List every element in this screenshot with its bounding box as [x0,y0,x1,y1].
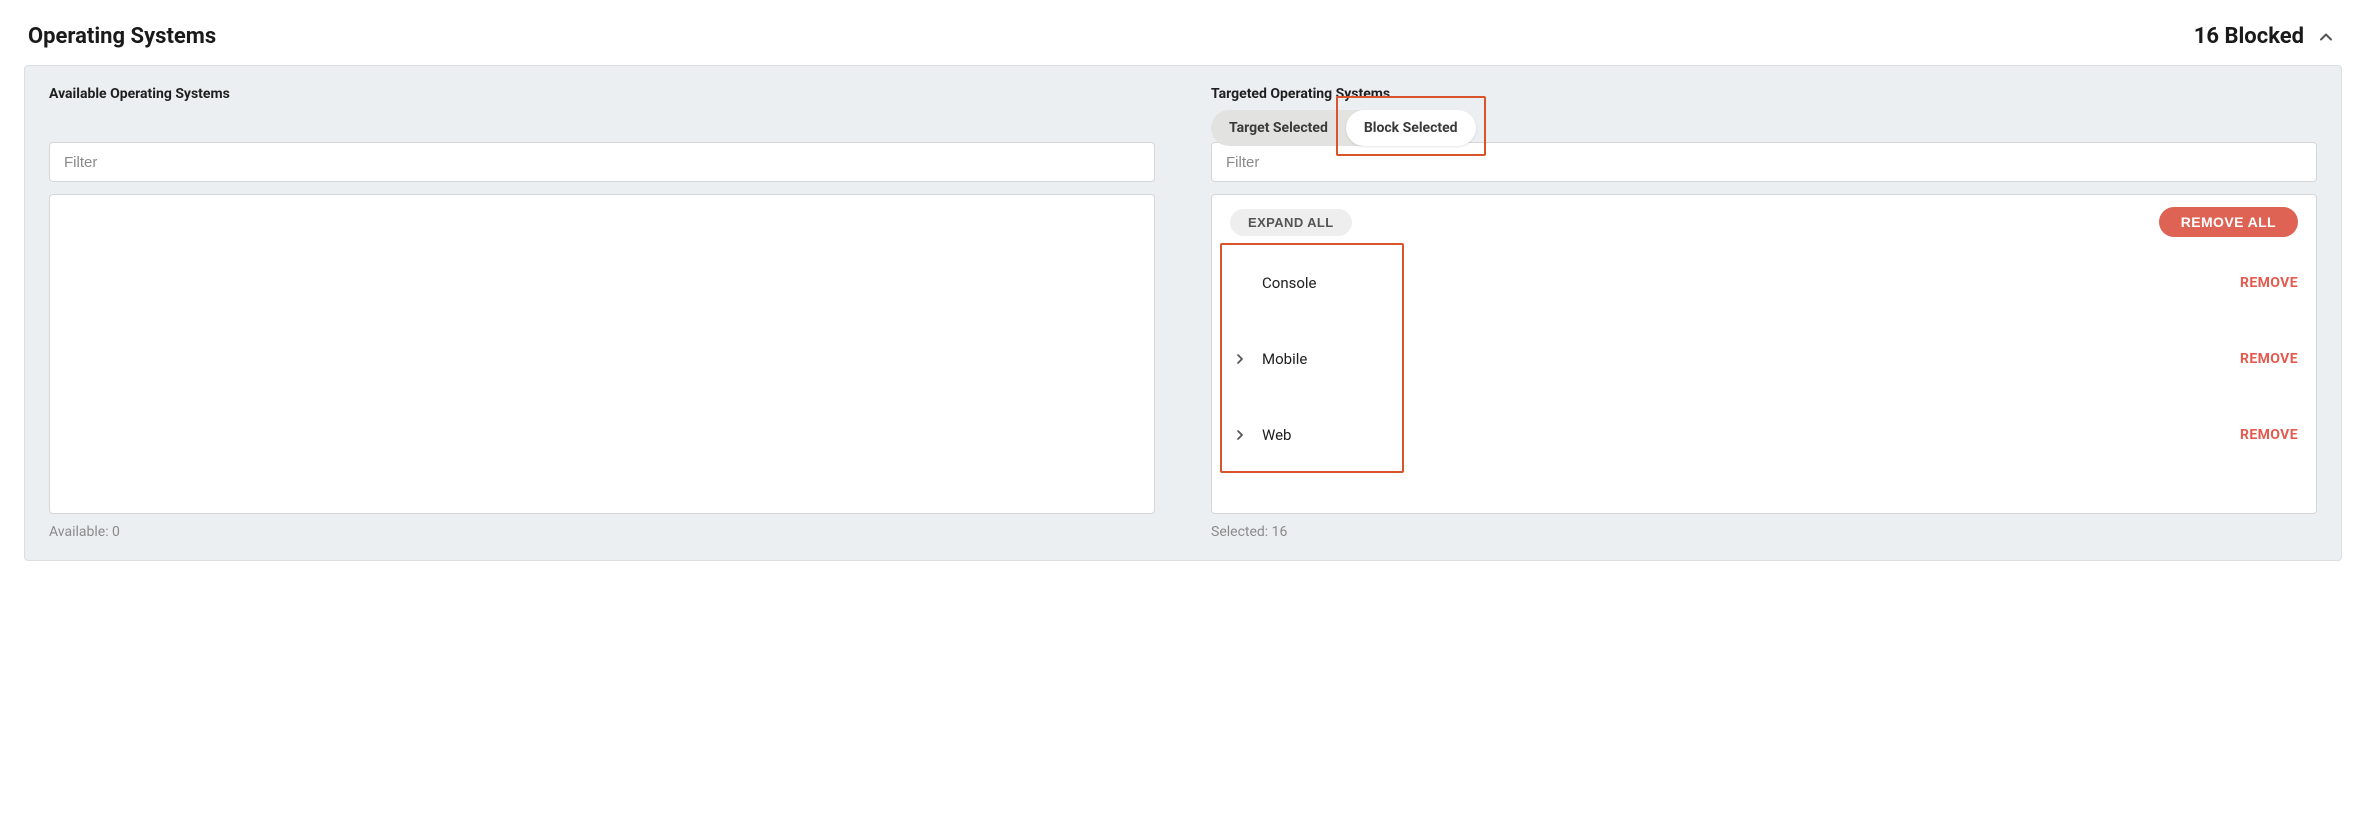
remove-button[interactable]: REMOVE [2240,427,2298,443]
available-filter-input[interactable] [49,142,1155,182]
list-item-label: Mobile [1258,350,1307,368]
section-header[interactable]: Operating Systems 16 Blocked [24,20,2342,65]
operating-systems-panel: Available Operating Systems Available: 0… [24,65,2342,561]
chevron-up-icon[interactable] [2314,25,2338,49]
list-item-left: Web [1230,425,1291,445]
available-title: Available Operating Systems [49,86,1155,102]
blocked-count: 16 Blocked [2194,24,2304,49]
chevron-right-icon[interactable] [1230,349,1250,369]
list-item[interactable]: Mobile REMOVE [1230,321,2298,397]
targeted-footer: Selected: 16 [1211,524,2317,540]
available-list [49,194,1155,514]
list-item-label: Web [1258,426,1291,444]
list-item-left: Mobile [1230,349,1307,369]
remove-all-button[interactable]: REMOVE ALL [2159,207,2298,237]
remove-button[interactable]: REMOVE [2240,275,2298,291]
remove-button[interactable]: REMOVE [2240,351,2298,367]
section-title: Operating Systems [28,24,216,49]
targeted-title: Targeted Operating Systems [1211,86,2317,102]
targeting-mode-toggle: Target Selected Block Selected [1211,110,1476,146]
chevron-right-icon[interactable] [1230,425,1250,445]
available-footer: Available: 0 [49,524,1155,540]
chevron-placeholder [1230,273,1250,293]
list-item[interactable]: Web REMOVE [1230,397,2298,473]
targeted-column: Targeted Operating Systems Target Select… [1211,86,2317,540]
targeted-filter-input[interactable] [1211,142,2317,182]
list-item-left: Console [1230,273,1317,293]
list-item-label: Console [1258,274,1317,292]
targeted-list: EXPAND ALL REMOVE ALL ConsoleREMOVEMobil… [1211,194,2317,514]
available-column: Available Operating Systems Available: 0 [49,86,1155,540]
expand-all-button[interactable]: EXPAND ALL [1230,209,1352,236]
list-item[interactable]: Console REMOVE [1230,245,2298,321]
block-selected-button[interactable]: Block Selected [1346,110,1476,146]
target-selected-button[interactable]: Target Selected [1211,110,1346,146]
